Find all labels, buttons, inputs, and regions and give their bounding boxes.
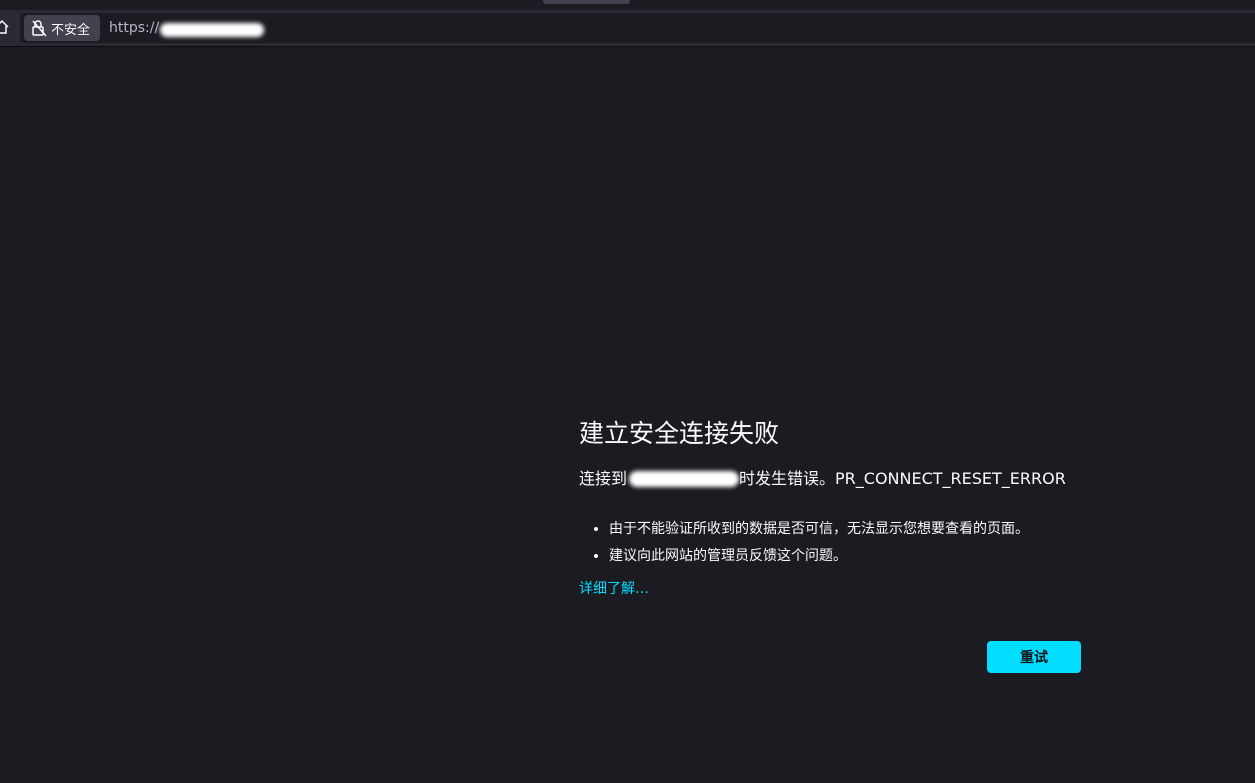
- tab-strip: [0, 0, 1255, 10]
- active-tab-indicator[interactable]: [543, 0, 630, 4]
- url-text[interactable]: https://: [109, 20, 159, 36]
- redacted-url: [160, 23, 264, 37]
- reason-list: 由于不能验证所收到的数据是否可信，无法显示您想要查看的页面。 建议向此网站的管理…: [579, 516, 1139, 570]
- nav-toolbar: 不安全 https://: [0, 10, 1255, 47]
- learn-more-link[interactable]: 详细了解…: [579, 578, 649, 598]
- error-description: 连接到 时发生错误。PR_CONNECT_RESET_ERROR: [579, 468, 1139, 490]
- retry-button[interactable]: 重试: [987, 641, 1081, 673]
- list-item: 建议向此网站的管理员反馈这个问题。: [609, 543, 1139, 570]
- list-item: 由于不能验证所收到的数据是否可信，无法显示您想要查看的页面。: [609, 516, 1139, 543]
- site-security-button[interactable]: 不安全: [24, 15, 100, 41]
- redacted-host: [627, 470, 740, 488]
- address-bar[interactable]: 不安全 https://: [20, 13, 1255, 43]
- desc-suffix: 时发生错误。PR_CONNECT_RESET_ERROR: [739, 469, 1066, 488]
- page-title: 建立安全连接失败: [579, 419, 780, 448]
- insecure-lock-icon: [31, 19, 47, 37]
- desc-prefix: 连接到: [579, 469, 628, 488]
- security-label: 不安全: [51, 22, 91, 38]
- home-icon[interactable]: [0, 18, 10, 36]
- error-content: 建立安全连接失败 连接到 时发生错误。PR_CONNECT_RESET_ERRO…: [579, 418, 1139, 598]
- redaction-mark: [629, 471, 740, 487]
